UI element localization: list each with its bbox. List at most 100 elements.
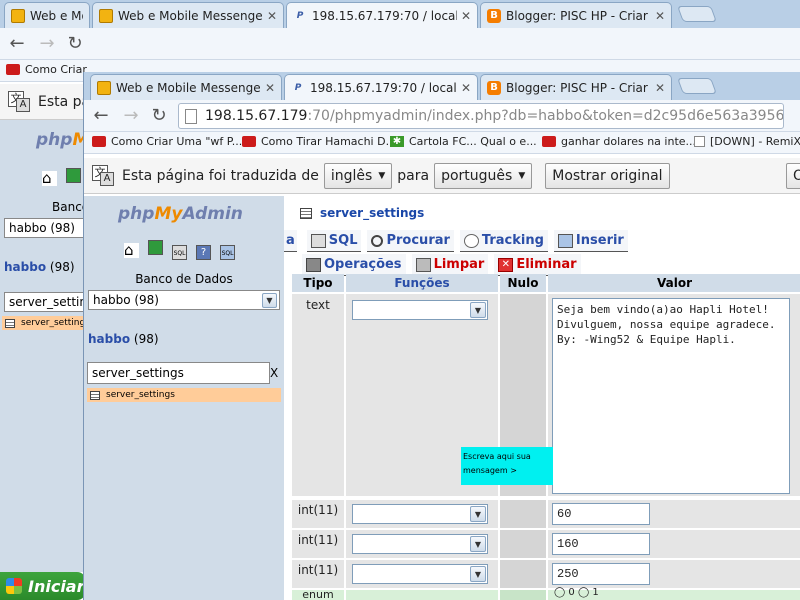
start-button[interactable]: Iniciar bbox=[0, 572, 86, 600]
phpmyadmin-logo[interactable]: phpMyAdmin bbox=[118, 204, 243, 224]
message-note: Escreva aqui sua mensagem > bbox=[461, 447, 553, 485]
row-function-cell bbox=[346, 590, 498, 600]
table-list-item[interactable]: server_settings bbox=[87, 388, 281, 402]
value-input[interactable]: 160 bbox=[552, 533, 650, 555]
function-select[interactable]: ▼ bbox=[352, 300, 488, 320]
bookmark-item[interactable]: Como Criar Uma "wf P... bbox=[92, 135, 242, 148]
close-icon[interactable]: ✕ bbox=[655, 9, 665, 23]
translate-middle: para bbox=[397, 167, 430, 184]
row-null-cell bbox=[500, 560, 546, 588]
table-list-item[interactable]: server_settings bbox=[2, 316, 90, 330]
radio-button[interactable]: ◯ bbox=[554, 587, 568, 598]
table-icon bbox=[90, 390, 100, 400]
tab-sql[interactable]: SQL bbox=[306, 230, 362, 252]
row-value-cell: 60 bbox=[548, 500, 800, 528]
row-function-cell: ▼ bbox=[346, 530, 498, 558]
translate-bar: 文A Esta página foi traduzida de inglês▼ … bbox=[84, 158, 800, 194]
tab-operacoes[interactable]: Operações bbox=[302, 254, 406, 276]
reload-icon[interactable]: ↻ bbox=[64, 33, 86, 55]
column-header-funcoes[interactable]: Funções bbox=[346, 274, 498, 292]
function-select[interactable]: ▼ bbox=[352, 504, 488, 524]
table-icon bbox=[300, 207, 312, 219]
tab-blogger[interactable]: B Blogger: PISC HP - Criar post ✕ bbox=[480, 74, 672, 100]
home-icon[interactable]: ⌂ bbox=[124, 243, 139, 258]
bookmark-item[interactable]: [DOWN] - RemiX C bbox=[694, 135, 800, 148]
help-icon[interactable]: ? bbox=[196, 245, 211, 260]
cartola-icon: ✱ bbox=[390, 136, 404, 147]
close-icon[interactable]: ✕ bbox=[655, 81, 665, 95]
table-icon bbox=[5, 318, 15, 328]
tab-inserir[interactable]: Inserir bbox=[553, 230, 628, 252]
value-input[interactable]: 60 bbox=[552, 503, 650, 525]
close-icon[interactable]: ✕ bbox=[267, 9, 277, 23]
bookmark-item[interactable]: Como Criar bbox=[6, 63, 87, 76]
value-textarea[interactable]: Seja bem vindo(a)ao Hapli Hotel! Divulgu… bbox=[552, 298, 790, 494]
youtube-icon bbox=[242, 136, 256, 147]
row-null-cell bbox=[500, 500, 546, 528]
home-icon[interactable]: ⌂ bbox=[42, 171, 57, 186]
forward-arrow-icon[interactable]: → bbox=[36, 33, 58, 55]
address-bar[interactable]: 198.15.67.179:70/phpmyadmin/index.php?db… bbox=[178, 103, 784, 129]
translate-icon: 文A bbox=[92, 164, 116, 187]
tab-strip: Web e Mo Web e Mobile Messenger par ✕ P … bbox=[0, 0, 800, 28]
new-tab-button[interactable] bbox=[677, 6, 717, 22]
navigation-bar: ← → ↻ bbox=[0, 28, 800, 60]
exit-icon[interactable] bbox=[148, 240, 163, 255]
tab-blogger[interactable]: B Blogger: PISC HP - Criar post ✕ bbox=[480, 2, 672, 28]
database-select[interactable]: habbo (98) bbox=[4, 218, 94, 238]
clear-filter-button[interactable]: X bbox=[270, 362, 282, 384]
source-language-dropdown[interactable]: inglês ▼ bbox=[323, 162, 393, 189]
back-arrow-icon[interactable]: ← bbox=[6, 33, 28, 55]
tab-eliminar[interactable]: ✕ Eliminar bbox=[494, 254, 581, 276]
table-filter-input[interactable]: server_settings bbox=[87, 362, 270, 384]
row-type-cell: int(11) bbox=[292, 560, 344, 588]
database-label: Banco de Dados bbox=[135, 272, 233, 286]
forward-arrow-icon[interactable]: → bbox=[120, 105, 142, 127]
messenger-icon bbox=[99, 8, 113, 23]
page-icon bbox=[694, 136, 705, 147]
reload-icon[interactable]: ↻ bbox=[148, 105, 170, 127]
tab-messenger-1[interactable]: Web e Mo bbox=[4, 2, 90, 28]
function-select[interactable]: ▼ bbox=[352, 564, 488, 584]
radio-button[interactable]: ◯ bbox=[578, 587, 592, 598]
back-arrow-icon[interactable]: ← bbox=[90, 105, 112, 127]
tab-phpmyadmin[interactable]: P 198.15.67.179:70 / localhost ✕ bbox=[284, 74, 478, 100]
breadcrumb[interactable]: server_settings bbox=[300, 206, 424, 220]
tab-procurar[interactable]: Procurar bbox=[367, 230, 454, 252]
show-original-button[interactable]: Mostrar original bbox=[545, 162, 670, 189]
wrench-icon bbox=[306, 257, 321, 272]
sql-docs-icon[interactable]: SQL bbox=[220, 245, 235, 260]
bookmark-item[interactable]: ganhar dolares na inte... bbox=[542, 135, 696, 148]
dropdown-caret-icon: ▼ bbox=[518, 170, 526, 181]
translate-options-button[interactable]: Op bbox=[786, 162, 800, 189]
pma-tab-row-2: Operações Limpar ✕ Eliminar bbox=[302, 254, 587, 276]
value-input[interactable]: 250 bbox=[552, 563, 650, 585]
tab-phpmyadmin[interactable]: P 198.15.67.179:70 / localhost ✕ bbox=[286, 2, 478, 28]
exit-icon[interactable] bbox=[66, 168, 81, 183]
tab-messenger[interactable]: Web e Mobile Messenger par ✕ bbox=[90, 74, 282, 100]
row-null-cell bbox=[500, 530, 546, 558]
bookmark-item[interactable]: Como Tirar Hamachi D... bbox=[242, 135, 396, 148]
close-icon[interactable]: ✕ bbox=[461, 81, 471, 95]
database-name[interactable]: habbo (98) bbox=[88, 332, 159, 346]
eye-icon bbox=[463, 233, 479, 248]
function-select[interactable]: ▼ bbox=[352, 534, 488, 554]
database-select[interactable]: habbo (98) ▼ bbox=[88, 290, 280, 310]
sql-icon[interactable]: SQL bbox=[172, 245, 187, 260]
bookmark-item[interactable]: ✱ Cartola FC... Qual o e... bbox=[390, 135, 537, 148]
target-language-dropdown[interactable]: português ▼ bbox=[434, 162, 533, 189]
tab-limpar[interactable]: Limpar bbox=[411, 254, 489, 276]
phpmyadmin-icon: P bbox=[296, 10, 304, 21]
database-name[interactable]: habbo (98) bbox=[4, 260, 75, 274]
translate-icon: 文A bbox=[8, 90, 32, 113]
phpmyadmin-icon: P bbox=[294, 82, 302, 93]
row-function-cell: ▼ bbox=[346, 560, 498, 588]
close-icon[interactable]: ✕ bbox=[265, 81, 275, 95]
tab-tracking[interactable]: Tracking bbox=[459, 230, 548, 252]
youtube-icon bbox=[542, 136, 556, 147]
close-icon[interactable]: ✕ bbox=[461, 9, 471, 23]
tab-messenger-2[interactable]: Web e Mobile Messenger par ✕ bbox=[92, 2, 284, 28]
tab-estrutura[interactable]: a bbox=[284, 230, 297, 252]
new-tab-button[interactable] bbox=[677, 78, 717, 94]
table-filter-input[interactable]: server_settin bbox=[4, 292, 94, 312]
